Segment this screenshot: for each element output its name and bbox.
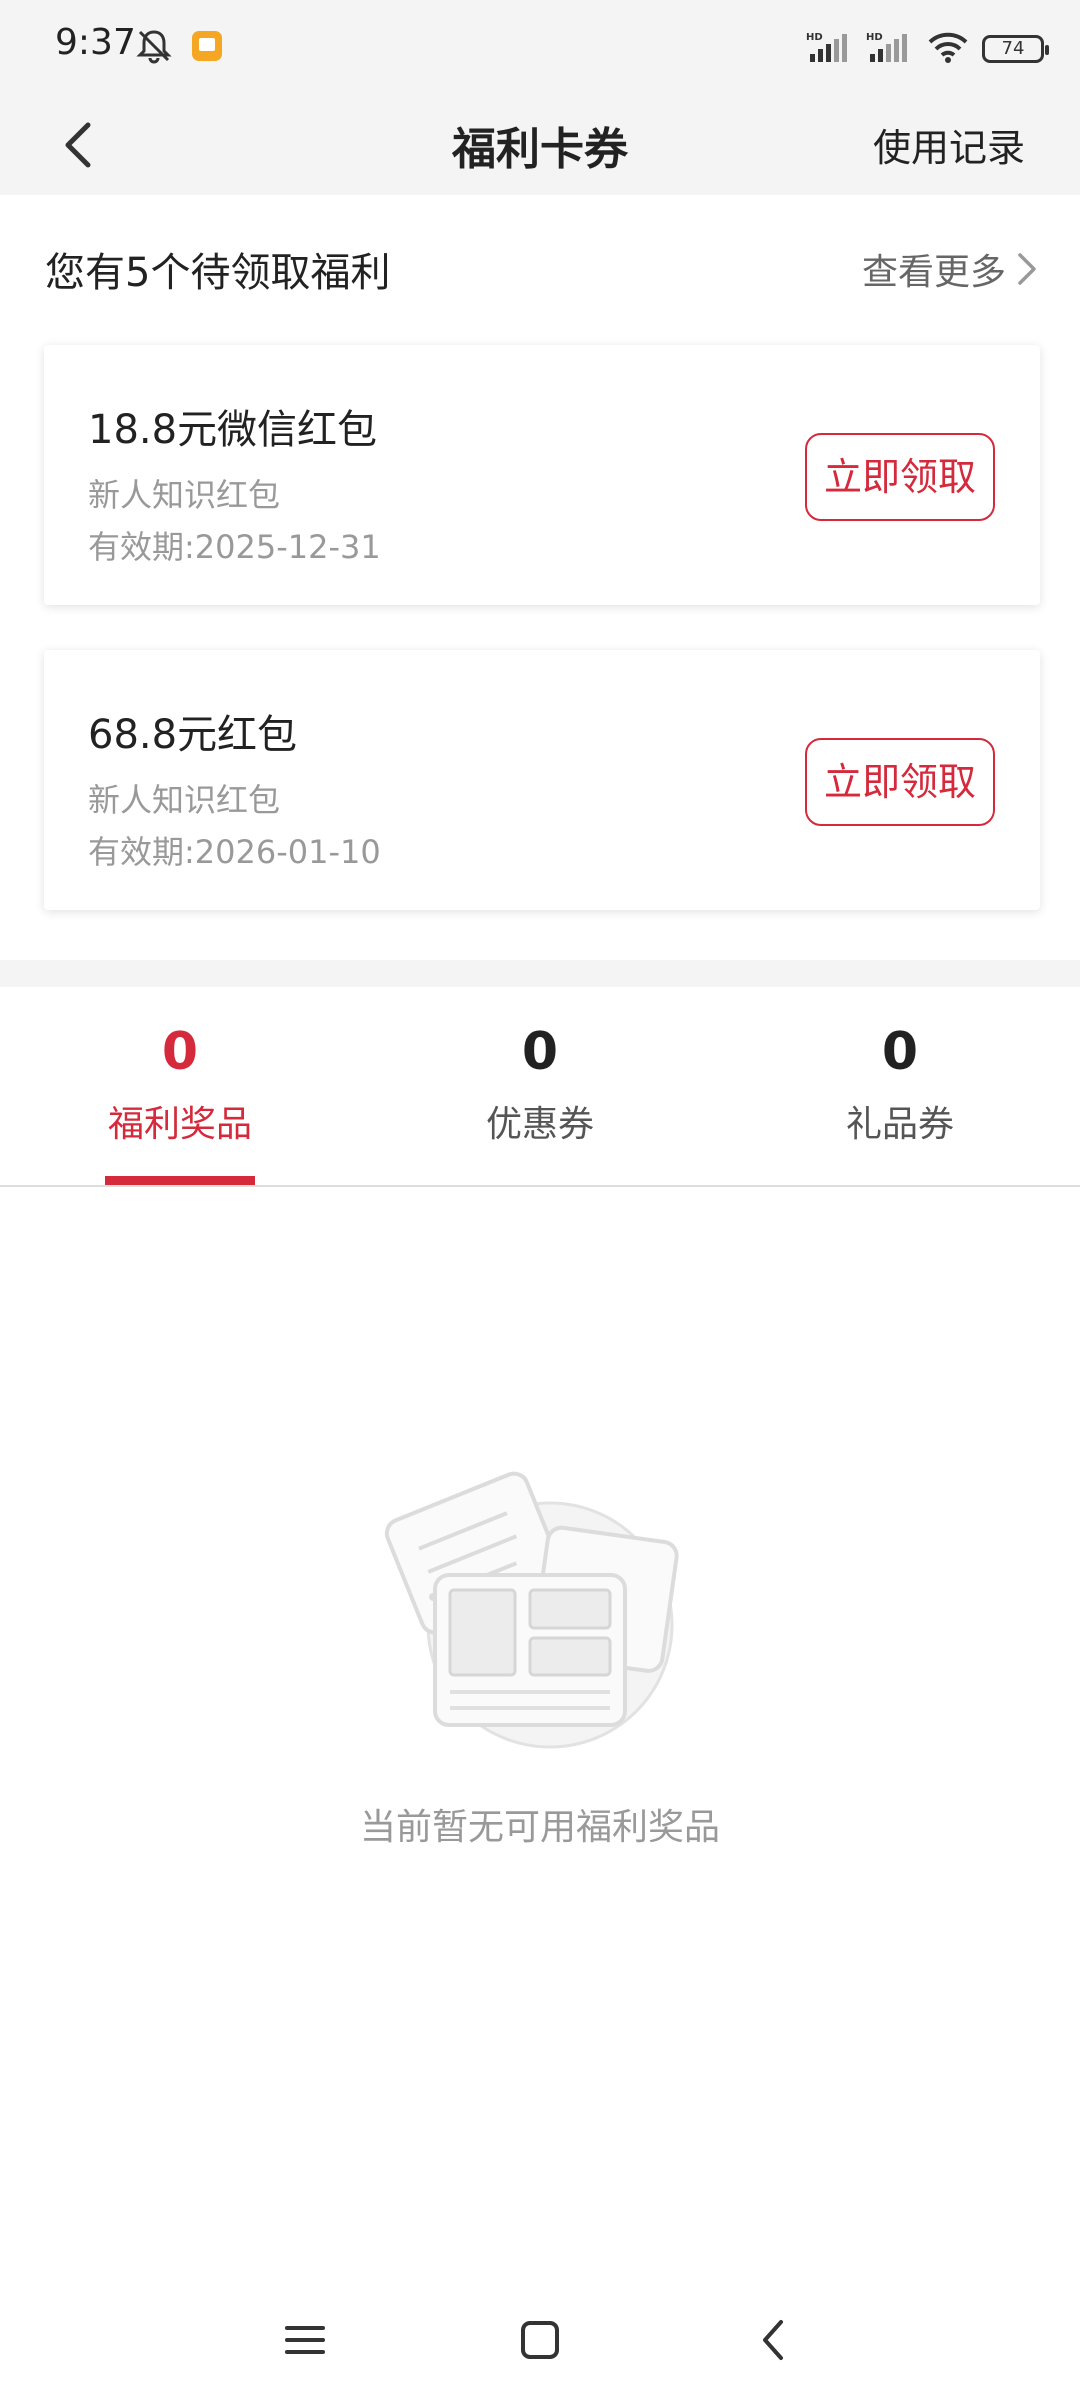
claim-button[interactable]: 立即领取 — [805, 433, 995, 521]
view-more-link[interactable]: 查看更多 — [862, 243, 1040, 295]
home-button[interactable] — [510, 2310, 570, 2370]
status-icons-right: HD HD 74 — [806, 30, 1049, 68]
tab-count: 0 — [881, 1022, 919, 1082]
status-bar: 9:37 HD HD 74 — [0, 0, 1080, 95]
section-divider — [0, 960, 1080, 987]
tab-welfare-prizes[interactable]: 0 福利奖品 — [0, 987, 360, 1185]
header: 福利卡券 使用记录 — [0, 95, 1080, 195]
mute-icon — [134, 28, 174, 68]
wifi-icon — [926, 30, 970, 68]
reward-card-expiry: 有效期:2026-01-10 — [88, 833, 381, 871]
pending-rewards-title: 您有5个待领取福利 — [45, 250, 391, 296]
reward-card: 18.8元微信红包 新人知识红包 有效期:2025-12-31 立即领取 — [44, 345, 1040, 605]
category-tabs: 0 福利奖品 0 优惠券 0 礼品券 — [0, 987, 1080, 1187]
tab-count: 0 — [521, 1022, 559, 1082]
claim-button[interactable]: 立即领取 — [805, 738, 995, 826]
reward-card-subtitle: 新人知识红包 — [88, 781, 281, 819]
tab-label: 礼品券 — [845, 1104, 954, 1145]
system-nav-bar — [0, 2280, 1080, 2400]
signal-hd-icon: HD — [806, 30, 854, 68]
view-more-label: 查看更多 — [861, 252, 1006, 293]
pending-rewards-section: 您有5个待领取福利 查看更多 18.8元微信红包 新人知识红包 有效期:2025… — [0, 195, 1080, 960]
notification-app-icon — [190, 29, 224, 67]
chevron-right-icon — [1018, 253, 1036, 285]
reward-card: 68.8元红包 新人知识红包 有效期:2026-01-10 立即领取 — [44, 650, 1040, 910]
empty-coupon-illustration — [380, 1460, 700, 1760]
status-icons-left — [134, 28, 224, 68]
nav-back-button[interactable] — [745, 2310, 805, 2370]
menu-icon — [285, 2326, 325, 2354]
battery-icon: 74 — [982, 35, 1049, 63]
empty-state-message: 当前暂无可用福利奖品 — [359, 1807, 720, 1848]
menu-button[interactable] — [275, 2310, 335, 2370]
status-time: 9:37 — [55, 22, 136, 63]
active-tab-indicator — [105, 1176, 255, 1185]
reward-card-title: 18.8元微信红包 — [88, 407, 378, 453]
usage-history-link[interactable]: 使用记录 — [873, 117, 1025, 172]
tab-label: 优惠券 — [485, 1104, 594, 1145]
back-icon — [763, 2320, 783, 2360]
svg-text:HD: HD — [866, 32, 883, 43]
tab-gift-vouchers[interactable]: 0 礼品券 — [720, 987, 1080, 1185]
tab-coupons[interactable]: 0 优惠券 — [360, 987, 720, 1185]
svg-text:HD: HD — [806, 32, 823, 43]
reward-card-title: 68.8元红包 — [88, 712, 298, 758]
home-icon — [521, 2321, 559, 2359]
reward-card-subtitle: 新人知识红包 — [88, 476, 281, 514]
reward-card-expiry: 有效期:2025-12-31 — [88, 528, 381, 566]
tab-count: 0 — [161, 1022, 199, 1082]
signal-hd-icon-2: HD — [866, 30, 914, 68]
tab-label: 福利奖品 — [107, 1104, 252, 1145]
